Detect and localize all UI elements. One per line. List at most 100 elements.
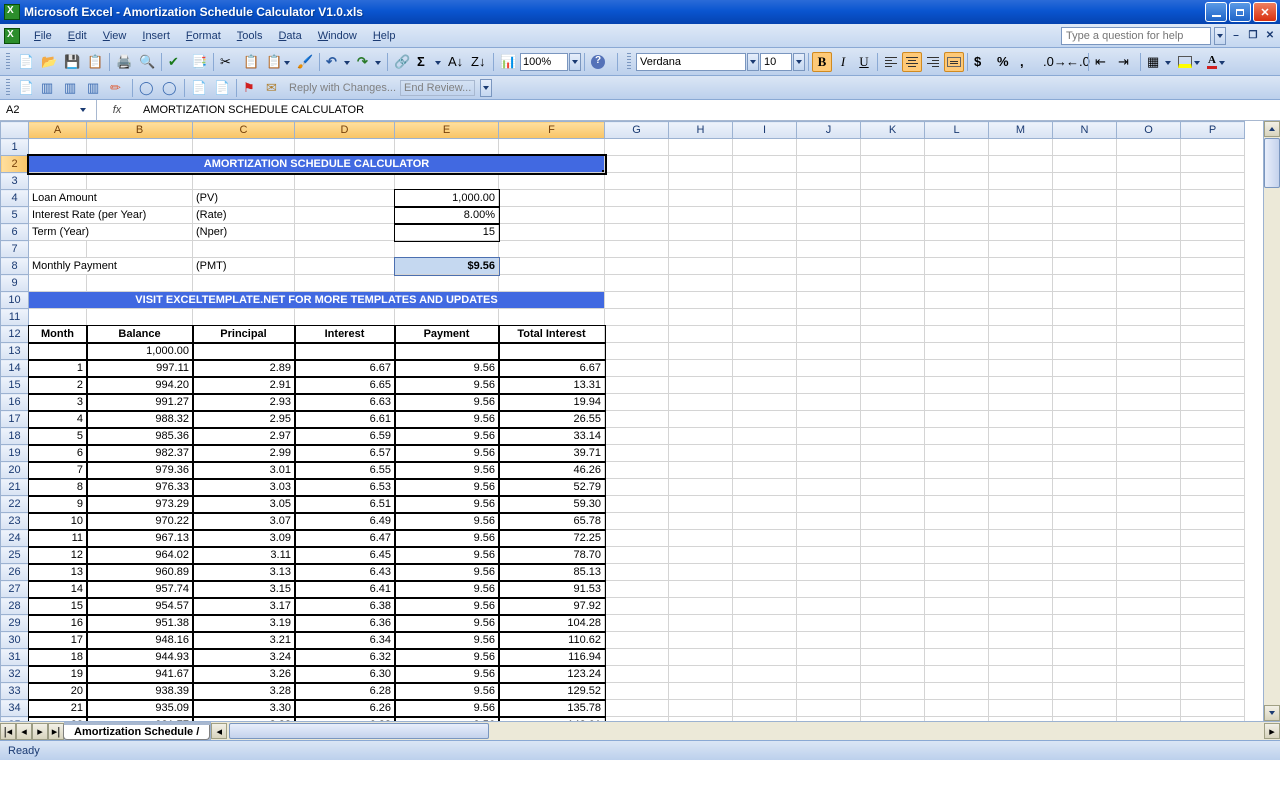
cell-C33[interactable]: 3.28 <box>193 683 295 700</box>
cell-G5[interactable] <box>605 207 669 224</box>
cell-G23[interactable] <box>605 513 669 530</box>
cell-B9[interactable] <box>87 275 193 292</box>
row-header-31[interactable]: 31 <box>1 649 29 666</box>
cell-P26[interactable] <box>1181 564 1245 581</box>
cell-M27[interactable] <box>989 581 1053 598</box>
menu-item-file[interactable]: File <box>26 27 60 45</box>
cell-H33[interactable] <box>669 683 733 700</box>
cell-H27[interactable] <box>669 581 733 598</box>
sort-asc-button[interactable] <box>445 52 467 72</box>
cell-A31[interactable]: 18 <box>29 649 87 666</box>
cut-button[interactable] <box>217 52 239 72</box>
cell-M1[interactable] <box>989 139 1053 156</box>
cell-H24[interactable] <box>669 530 733 547</box>
cell-E1[interactable] <box>395 139 499 156</box>
cell-N10[interactable] <box>1053 292 1117 309</box>
cell-B16[interactable]: 991.27 <box>87 394 193 411</box>
print-button[interactable] <box>113 52 135 72</box>
cell-E27[interactable]: 9.56 <box>395 581 499 598</box>
cell-E16[interactable]: 9.56 <box>395 394 499 411</box>
cell-P30[interactable] <box>1181 632 1245 649</box>
cell-I33[interactable] <box>733 683 797 700</box>
cell-B20[interactable]: 979.36 <box>87 462 193 479</box>
cell-I2[interactable] <box>733 156 797 173</box>
cell-N27[interactable] <box>1053 581 1117 598</box>
cell-M10[interactable] <box>989 292 1053 309</box>
cell-N14[interactable] <box>1053 360 1117 377</box>
cell-D27[interactable]: 6.41 <box>295 581 395 598</box>
cell-D23[interactable]: 6.49 <box>295 513 395 530</box>
cell-I29[interactable] <box>733 615 797 632</box>
menu-item-window[interactable]: Window <box>310 27 365 45</box>
cell-O31[interactable] <box>1117 649 1181 666</box>
cell-O18[interactable] <box>1117 428 1181 445</box>
cell-G29[interactable] <box>605 615 669 632</box>
cell-E30[interactable]: 9.56 <box>395 632 499 649</box>
cell-G7[interactable] <box>605 241 669 258</box>
show-comment-button[interactable] <box>38 78 60 98</box>
cell-D22[interactable]: 6.51 <box>295 496 395 513</box>
cell-E35[interactable]: 9.56 <box>395 717 499 722</box>
horizontal-scrollbar[interactable]: ◂ ▸ <box>210 722 1280 740</box>
cell-F34[interactable]: 135.78 <box>499 700 605 717</box>
cell-J8[interactable] <box>797 258 861 275</box>
cell-M14[interactable] <box>989 360 1053 377</box>
cell-K4[interactable] <box>861 190 925 207</box>
cell-H18[interactable] <box>669 428 733 445</box>
cell-I21[interactable] <box>733 479 797 496</box>
cell-P18[interactable] <box>1181 428 1245 445</box>
cell-K29[interactable] <box>861 615 925 632</box>
cell-F33[interactable]: 129.52 <box>499 683 605 700</box>
maximize-button[interactable] <box>1229 2 1251 22</box>
bold-button[interactable]: B <box>812 52 832 72</box>
cell-J34[interactable] <box>797 700 861 717</box>
cell-F31[interactable]: 116.94 <box>499 649 605 666</box>
cell-K6[interactable] <box>861 224 925 241</box>
cell-D3[interactable] <box>295 173 395 190</box>
worksheet-grid[interactable]: ABCDEFGHIJKLMNOP12AMORTIZATION SCHEDULE … <box>0 121 1280 721</box>
cell-L35[interactable] <box>925 717 989 722</box>
sheet-tab[interactable]: Amortization Schedule / <box>63 725 210 740</box>
cell-B34[interactable]: 935.09 <box>87 700 193 717</box>
cell-G28[interactable] <box>605 598 669 615</box>
cell-K24[interactable] <box>861 530 925 547</box>
cell-I16[interactable] <box>733 394 797 411</box>
cell-I13[interactable] <box>733 343 797 360</box>
cell-K13[interactable] <box>861 343 925 360</box>
cell-P21[interactable] <box>1181 479 1245 496</box>
cell-M5[interactable] <box>989 207 1053 224</box>
cell-P13[interactable] <box>1181 343 1245 360</box>
cell-F30[interactable]: 110.62 <box>499 632 605 649</box>
cell-N22[interactable] <box>1053 496 1117 513</box>
cell-G8[interactable] <box>605 258 669 275</box>
row-header-3[interactable]: 3 <box>1 173 29 190</box>
cell-L8[interactable] <box>925 258 989 275</box>
row-header-26[interactable]: 26 <box>1 564 29 581</box>
cell-E22[interactable]: 9.56 <box>395 496 499 513</box>
cell-N18[interactable] <box>1053 428 1117 445</box>
cell-A18[interactable]: 5 <box>29 428 87 445</box>
cell-L12[interactable] <box>925 326 989 343</box>
cell-N26[interactable] <box>1053 564 1117 581</box>
cell-I20[interactable] <box>733 462 797 479</box>
cell-J22[interactable] <box>797 496 861 513</box>
cell-C12[interactable]: Principal <box>193 326 295 343</box>
cell-K1[interactable] <box>861 139 925 156</box>
cell-K3[interactable] <box>861 173 925 190</box>
help-button[interactable]: ? <box>588 52 608 72</box>
cell-L11[interactable] <box>925 309 989 326</box>
cell-J31[interactable] <box>797 649 861 666</box>
cell-C27[interactable]: 3.15 <box>193 581 295 598</box>
cell-G2[interactable] <box>605 156 669 173</box>
cell-J6[interactable] <box>797 224 861 241</box>
row-header-17[interactable]: 17 <box>1 411 29 428</box>
col-header-K[interactable]: K <box>861 122 925 139</box>
cell-C26[interactable]: 3.13 <box>193 564 295 581</box>
cell-H11[interactable] <box>669 309 733 326</box>
cell-E17[interactable]: 9.56 <box>395 411 499 428</box>
cell-G3[interactable] <box>605 173 669 190</box>
cell-K34[interactable] <box>861 700 925 717</box>
cell-H7[interactable] <box>669 241 733 258</box>
cell-D6[interactable] <box>295 224 395 241</box>
cell-I30[interactable] <box>733 632 797 649</box>
